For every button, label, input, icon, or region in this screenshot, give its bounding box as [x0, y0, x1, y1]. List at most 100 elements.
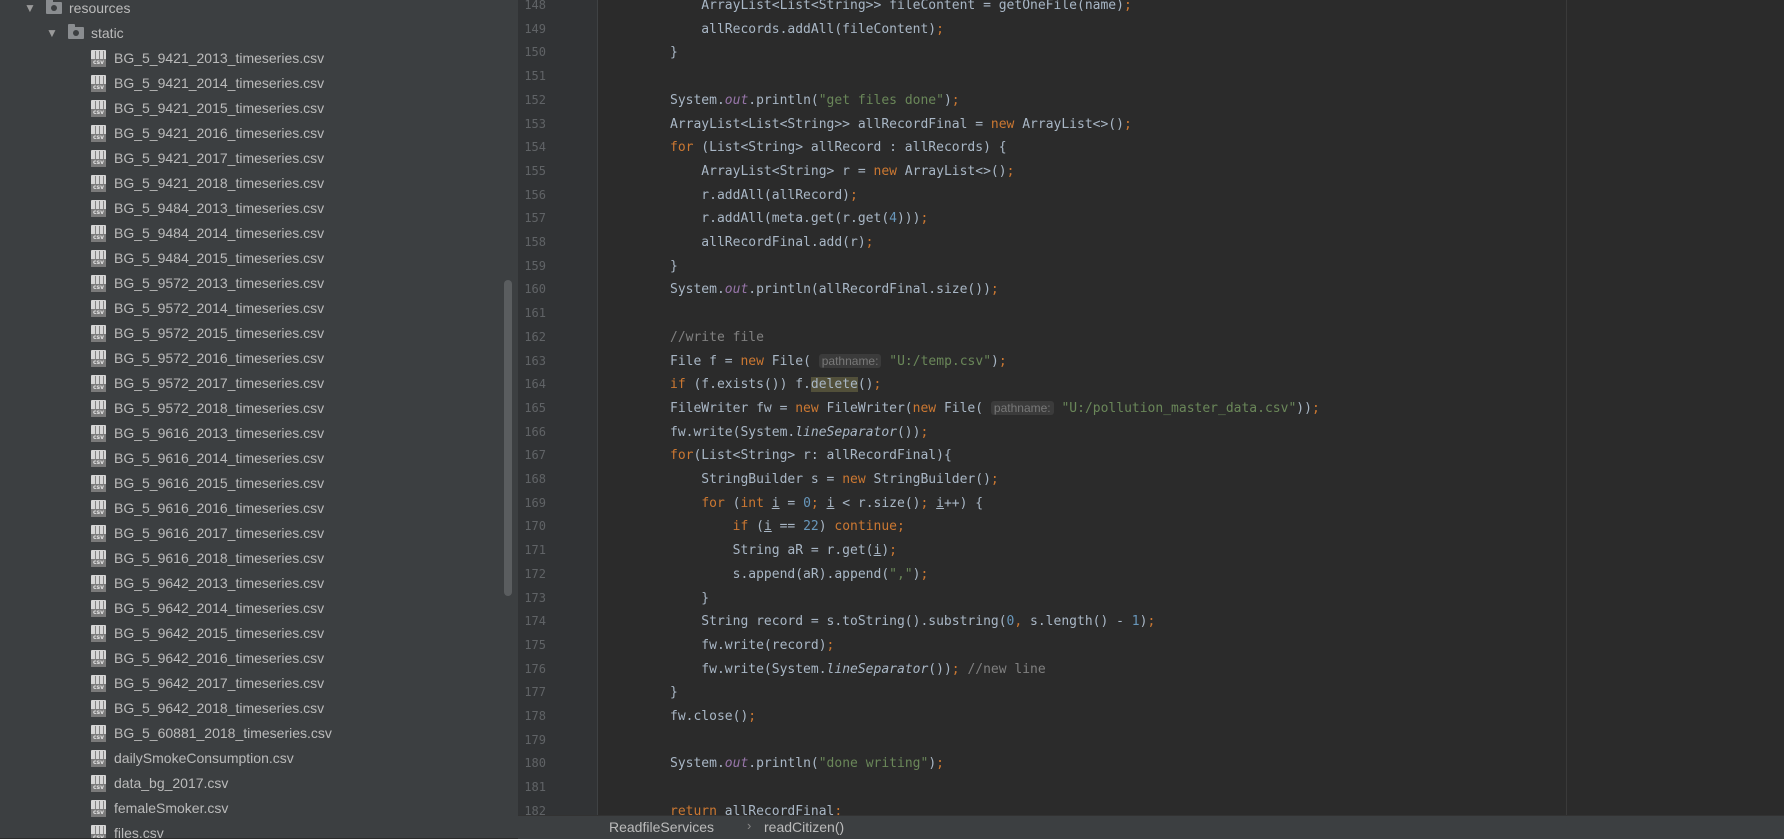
code-line[interactable]: for(List<String> r: allRecordFinal){ [670, 444, 952, 468]
csv-file-icon: csv [91, 275, 106, 292]
tree-file-item[interactable]: csv BG_5_9421_2015_timeseries.csv [0, 96, 500, 121]
code-line[interactable]: //write file [670, 326, 764, 350]
tree-item-label: BG_5_9421_2018_timeseries.csv [114, 175, 325, 191]
csv-file-icon: csv [91, 550, 106, 567]
code-line[interactable]: allRecords.addAll(fileContent); [670, 18, 944, 42]
csv-file-icon: csv [91, 825, 106, 838]
line-number: 166 [524, 424, 546, 439]
code-line[interactable]: ArrayList<String> r = new ArrayList<>(); [670, 160, 1014, 184]
code-line[interactable]: StringBuilder s = new StringBuilder(); [670, 468, 998, 492]
tree-file-item[interactable]: csv BG_5_9421_2014_timeseries.csv [0, 71, 500, 96]
code-line[interactable]: String aR = r.get(i); [670, 539, 897, 563]
code-line[interactable]: fw.write(System.lineSeparator()); [670, 421, 928, 445]
code-line[interactable]: } [670, 255, 678, 279]
code-line[interactable]: ArrayList<List<String>> allRecordFinal =… [670, 113, 1132, 137]
code-line[interactable]: System.out.println(allRecordFinal.size()… [670, 278, 999, 302]
code-line[interactable]: System.out.println("done writing"); [670, 752, 944, 776]
tree-file-item[interactable]: csv BG_5_9616_2016_timeseries.csv [0, 496, 500, 521]
code-line[interactable]: String record = s.toString().substring(0… [670, 610, 1155, 634]
code-line[interactable]: } [670, 681, 678, 705]
tree-file-item[interactable]: csv BG_5_9484_2013_timeseries.csv [0, 196, 500, 221]
line-number: 168 [524, 472, 546, 486]
breadcrumb-class[interactable]: ReadfileServices [609, 819, 714, 835]
tree-file-item[interactable]: csv BG_5_9572_2018_timeseries.csv [0, 396, 500, 421]
tree-file-item[interactable]: csv BG_5_9642_2017_timeseries.csv [0, 671, 500, 696]
tree-item-label: BG_5_9572_2017_timeseries.csv [114, 375, 325, 391]
expand-arrow-icon[interactable]: ▼ [46, 21, 60, 46]
tree-file-item[interactable]: csv BG_5_9642_2018_timeseries.csv [0, 696, 500, 721]
tree-file-item[interactable]: csv BG_5_9484_2014_timeseries.csv [0, 221, 500, 246]
tree-item-label: dailySmokeConsumption.csv [114, 750, 294, 766]
tree-file-item[interactable]: csv BG_5_9421_2018_timeseries.csv [0, 171, 500, 196]
tree-item-label: BG_5_9616_2017_timeseries.csv [114, 525, 325, 541]
tree-item-label: BG_5_9572_2016_timeseries.csv [114, 350, 325, 366]
project-tree-scrollbar[interactable] [504, 280, 512, 596]
csv-file-icon: csv [91, 200, 106, 217]
tree-file-item[interactable]: csv BG_5_9572_2017_timeseries.csv [0, 371, 500, 396]
tree-file-item[interactable]: csv BG_5_9572_2014_timeseries.csv [0, 296, 500, 321]
line-number: 165 [524, 400, 546, 415]
tree-file-item[interactable]: csv BG_5_9642_2016_timeseries.csv [0, 646, 500, 671]
code-line[interactable]: FileWriter fw = new FileWriter(new File(… [670, 397, 1320, 421]
tree-folder-resources[interactable]: ▼ resources [0, 0, 500, 21]
code-line[interactable]: r.addAll(meta.get(r.get(4))); [670, 207, 928, 231]
line-number: 172 [524, 566, 546, 581]
tree-file-item[interactable]: csv BG_5_9642_2015_timeseries.csv [0, 621, 500, 646]
tree-folder-static[interactable]: ▼ static [0, 21, 500, 46]
csv-file-icon: csv [91, 725, 106, 742]
tree-file-item[interactable]: csv BG_5_9616_2014_timeseries.csv [0, 446, 500, 471]
code-line[interactable]: for (int i = 0; i < r.size(); i++) { [670, 492, 983, 516]
tree-file-item[interactable]: csv files.csv [0, 821, 500, 838]
tree-file-item[interactable]: csv BG_5_9484_2015_timeseries.csv [0, 246, 500, 271]
tree-file-item[interactable]: csv BG_5_9616_2018_timeseries.csv [0, 546, 500, 571]
line-number: 164 [524, 377, 546, 392]
csv-file-icon: csv [91, 500, 106, 517]
code-line[interactable]: for (List<String> allRecord : allRecords… [670, 136, 1007, 160]
code-line[interactable]: s.append(aR).append(","); [670, 563, 929, 587]
tree-file-item[interactable]: csv BG_5_9616_2017_timeseries.csv [0, 521, 500, 546]
tree-file-item[interactable]: csv BG_5_9642_2013_timeseries.csv [0, 571, 500, 596]
tree-file-item[interactable]: csv BG_5_9572_2013_timeseries.csv [0, 271, 500, 296]
tree-item-label: data_bg_2017.csv [114, 775, 229, 791]
tree-file-item[interactable]: csv BG_5_9421_2013_timeseries.csv [0, 46, 500, 71]
code-line[interactable]: fw.write(System.lineSeparator()); //new … [670, 658, 1045, 682]
csv-file-icon: csv [91, 50, 106, 67]
csv-file-icon: csv [91, 175, 106, 192]
tree-file-item[interactable]: csv BG_5_9616_2015_timeseries.csv [0, 471, 500, 496]
tree-file-item[interactable]: csv BG_5_9572_2015_timeseries.csv [0, 321, 500, 346]
code-line[interactable]: if (f.exists()) f.delete(); [670, 373, 881, 397]
line-number: 159 [524, 258, 546, 273]
tree-file-item[interactable]: csv BG_5_60881_2018_timeseries.csv [0, 721, 500, 746]
code-line[interactable]: r.addAll(allRecord); [670, 184, 858, 208]
code-line[interactable]: } [670, 587, 709, 611]
code-line[interactable]: } [670, 41, 678, 65]
line-number: 170 [524, 519, 546, 534]
code-line[interactable]: allRecordFinal.add(r); [670, 231, 873, 255]
csv-file-icon: csv [91, 100, 106, 117]
code-line[interactable]: ArrayList<List<String>> fileContent = ge… [670, 0, 1131, 18]
tree-item-label: BG_5_9616_2015_timeseries.csv [114, 475, 325, 491]
tree-file-item[interactable]: csv BG_5_9421_2017_timeseries.csv [0, 146, 500, 171]
line-number: 177 [524, 685, 546, 700]
tree-file-item[interactable]: csv BG_5_9616_2013_timeseries.csv [0, 421, 500, 446]
code-line[interactable]: File f = new File( pathname: "U:/temp.cs… [670, 350, 1007, 374]
code-line[interactable]: if (i == 22) continue; [670, 515, 905, 539]
code-line[interactable]: System.out.println("get files done"); [670, 89, 960, 113]
code-line[interactable]: fw.write(record); [670, 634, 834, 658]
tree-file-item[interactable]: csv femaleSmoker.csv [0, 796, 500, 821]
code-line[interactable]: fw.close(); [670, 705, 756, 729]
tree-file-item[interactable]: csv BG_5_9421_2016_timeseries.csv [0, 121, 500, 146]
breadcrumb-method[interactable]: readCitizen() [764, 819, 844, 835]
csv-file-icon: csv [91, 575, 106, 592]
tree-file-item[interactable]: csv BG_5_9642_2014_timeseries.csv [0, 596, 500, 621]
csv-file-icon: csv [91, 775, 106, 792]
expand-arrow-icon[interactable]: ▼ [24, 0, 38, 21]
tree-file-item[interactable]: csv data_bg_2017.csv [0, 771, 500, 796]
tree-file-item[interactable]: csv BG_5_9572_2016_timeseries.csv [0, 346, 500, 371]
tree-file-item[interactable]: csv dailySmokeConsumption.csv [0, 746, 500, 771]
csv-file-icon: csv [91, 425, 106, 442]
chevron-right-icon: › [747, 818, 752, 833]
line-number: 148 [524, 0, 546, 12]
line-number: 162 [524, 329, 546, 344]
line-number: 178 [524, 709, 546, 723]
